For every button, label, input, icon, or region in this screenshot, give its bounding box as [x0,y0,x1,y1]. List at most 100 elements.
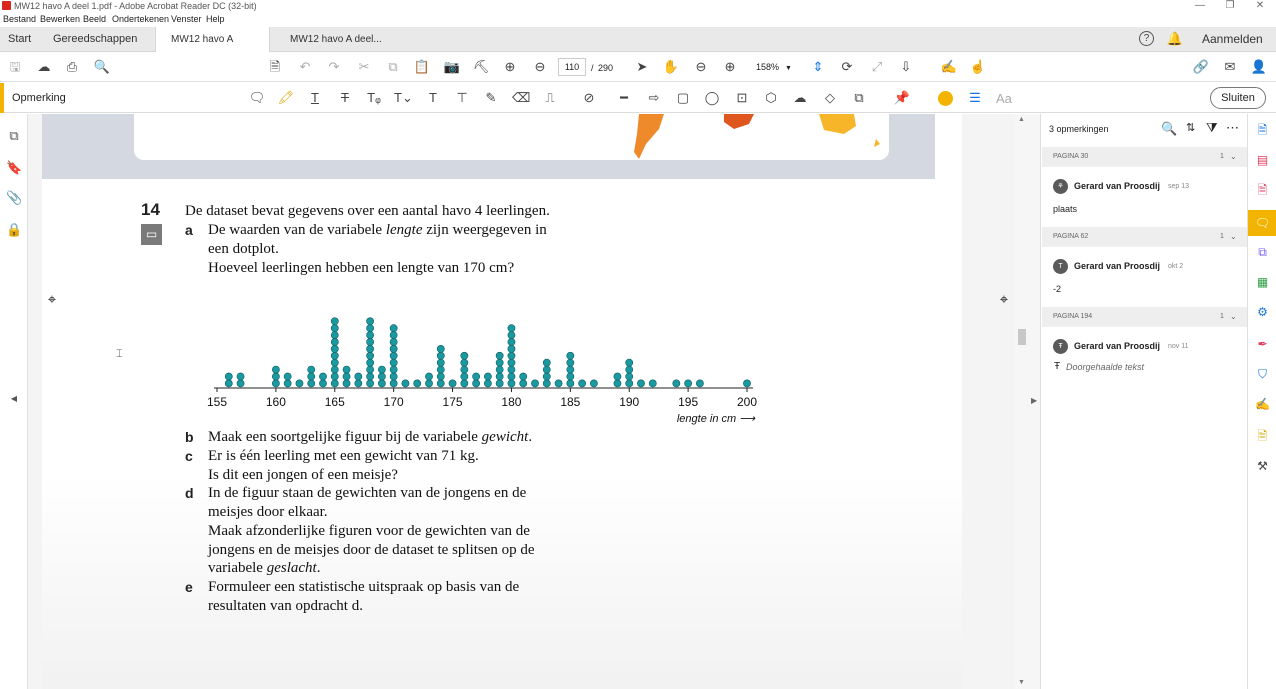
oval-tool-icon[interactable]: ◯ [703,90,721,106]
bell-icon[interactable]: 🔔 [1166,31,1184,47]
menu-bestand[interactable]: Bestand [3,14,36,24]
tab-start[interactable]: Start [8,27,31,52]
color-picker-icon[interactable] [938,91,953,106]
mail-icon[interactable]: ✉ [1221,59,1239,75]
text-box-icon[interactable]: ⊤ [453,90,471,106]
protect-tool-icon[interactable]: ⛉ [1254,366,1271,383]
collapse-left-icon[interactable]: ◀ [6,394,22,410]
comment-tool-icon[interactable]: 🗨 [1248,210,1276,236]
close-window-icon[interactable]: ✕ [1250,0,1270,12]
minimize-icon[interactable]: — [1190,0,1210,12]
cut-icon[interactable]: ✂ [355,59,373,75]
comment-item[interactable]: Ŧ Gerard van Proosdij nov 11 Ŧ Doorgehaa… [1042,332,1247,382]
scroll-up-icon[interactable]: ▲ [1018,116,1025,123]
menu-ondertekenen[interactable]: Ondertekenen [112,14,169,24]
menu-help[interactable]: Help [206,14,225,24]
vertical-scrollbar[interactable]: ▲ ▼ [1015,114,1029,689]
menu-bewerken[interactable]: Bewerken [40,14,80,24]
chevron-down-icon[interactable]: ⌄ [1230,152,1237,161]
filter-icon[interactable]: ⧩ [1206,120,1218,136]
scroll-down-icon[interactable]: ▼ [1018,679,1025,686]
share-hand-icon[interactable]: ☝ [969,59,987,75]
comment-item[interactable]: ⚘ Gerard van Proosdij sep 13 plaats [1042,172,1247,222]
link-icon[interactable]: 🔗 [1192,59,1210,75]
redo-icon[interactable]: ↷ [325,59,343,75]
scan-ocr-tool-icon[interactable]: ⚙ [1254,304,1271,321]
page-up-icon[interactable]: ⊕ [501,59,519,75]
attach-file-icon[interactable]: ⊘ [580,90,598,106]
undo-icon[interactable]: ↶ [296,59,314,75]
fill-sign-icon[interactable]: ✍ [940,59,958,75]
zoom-out-icon[interactable]: ⊖ [692,59,710,75]
polygon-line-icon[interactable]: ◇ [821,90,839,106]
sort-icon[interactable]: ⇅ [1186,121,1195,134]
more-tools-icon[interactable]: ⚒ [1254,458,1271,475]
edit-pdf-tool-icon[interactable]: ▤ [1254,152,1271,169]
add-drawing-icon[interactable]: ⧉ [850,90,868,106]
security-lock-icon[interactable]: 🔒 [6,222,22,238]
tab-document-active[interactable]: MW12 havo A deel...× [155,27,270,70]
replace-text-icon[interactable]: Tᵩ [365,90,383,106]
hand-tool-icon[interactable]: ✋ [662,59,680,75]
cloud-tool-icon[interactable]: ☁ [791,90,809,106]
chevron-down-icon[interactable]: ⌄ [1230,312,1237,321]
line-tool-icon[interactable]: ━ [615,90,633,106]
scrollbar-thumb[interactable] [1018,329,1026,345]
more-options-icon[interactable]: ⋯ [1226,120,1239,136]
create-pdf-icon[interactable]: 🗎 [266,59,284,75]
upload-cloud-icon[interactable]: ☁ [35,59,53,75]
document-viewport[interactable]: 14 ▭ De dataset bevat gegevens over een … [28,114,1015,689]
find-binoculars-icon[interactable]: ⛏ [472,59,490,75]
sticky-note-icon[interactable]: 🗨 [248,90,266,106]
snapshot-icon[interactable]: 📷 [443,59,461,75]
page-group-header[interactable]: PAGINA 62 1 ⌄ [1042,227,1247,247]
page-down-icon[interactable]: ⊖ [531,59,549,75]
combine-files-tool-icon[interactable]: ⧉ [1254,244,1271,261]
page-group-header[interactable]: PAGINA 30 1 ⌄ [1042,147,1247,167]
add-user-icon[interactable]: 👤 [1250,59,1268,75]
page-number-input[interactable]: 110 [558,58,586,76]
help-icon[interactable]: ? [1139,31,1154,46]
search-icon[interactable]: 🔍 [1161,121,1177,137]
strikethrough-text-icon[interactable]: T [336,90,354,106]
right-panel-collapse[interactable]: ▶ [1029,114,1041,689]
close-comment-button[interactable]: Sluiten [1210,87,1266,109]
crosshair-target-icon[interactable]: ⌖ [44,292,60,308]
insert-text-icon[interactable]: T⌄ [394,90,413,106]
send-review-tool-icon[interactable]: 🗎 [1254,428,1271,445]
tab-document-2[interactable]: MW12 havo A deel... [290,27,382,52]
page-thumbnails-icon[interactable]: ⧉ [6,128,22,144]
fill-sign-tool-icon[interactable]: ✒ [1254,336,1271,353]
zoom-select[interactable]: 158% ▼ [750,58,798,76]
copy-icon[interactable]: ⧉ [384,59,402,75]
text-callout-icon[interactable]: ⊡ [733,90,751,106]
attachment-icon[interactable]: 📎 [6,190,22,206]
save-icon[interactable]: 🖫 [6,59,24,75]
full-screen-icon[interactable]: ⤢ [868,59,886,75]
add-text-icon[interactable]: T [424,90,442,106]
pin-icon[interactable]: 📌 [893,90,911,106]
export-pdf-tool-icon[interactable]: 🗎 [1254,182,1271,199]
fit-page-icon[interactable]: ⇕ [809,59,827,75]
select-cursor-icon[interactable]: ➤ [633,59,651,75]
menu-beeld[interactable]: Beeld [83,14,106,24]
eraser-icon[interactable]: ⌫ [512,90,530,106]
organize-pages-tool-icon[interactable]: ▦ [1254,274,1271,291]
underline-text-icon[interactable]: T [306,90,324,106]
paste-icon[interactable]: 📋 [413,59,431,75]
stamp-icon[interactable]: ⎍ [541,90,559,106]
pencil-icon[interactable]: ✎ [482,90,500,106]
zoom-in-icon[interactable]: ⊕ [721,59,739,75]
create-pdf-tool-icon[interactable]: 🗎 [1254,122,1271,139]
scroll-mode-icon[interactable]: ⇩ [897,59,915,75]
line-width-icon[interactable]: ☰ [966,90,984,106]
signin-button[interactable]: Aanmelden [1202,27,1263,52]
polygon-tool-icon[interactable]: ⬡ [762,90,780,106]
tab-tools[interactable]: Gereedschappen [53,27,137,52]
highlight-pen-icon[interactable]: 🖍 [277,90,295,106]
search-zoom-icon[interactable]: 🔍 [93,59,111,75]
text-properties-icon[interactable]: Aa [996,91,1012,106]
rotate-icon[interactable]: ⟳ [838,59,856,75]
request-signature-tool-icon[interactable]: ✍ [1254,396,1271,413]
restore-icon[interactable]: ❐ [1220,0,1240,12]
